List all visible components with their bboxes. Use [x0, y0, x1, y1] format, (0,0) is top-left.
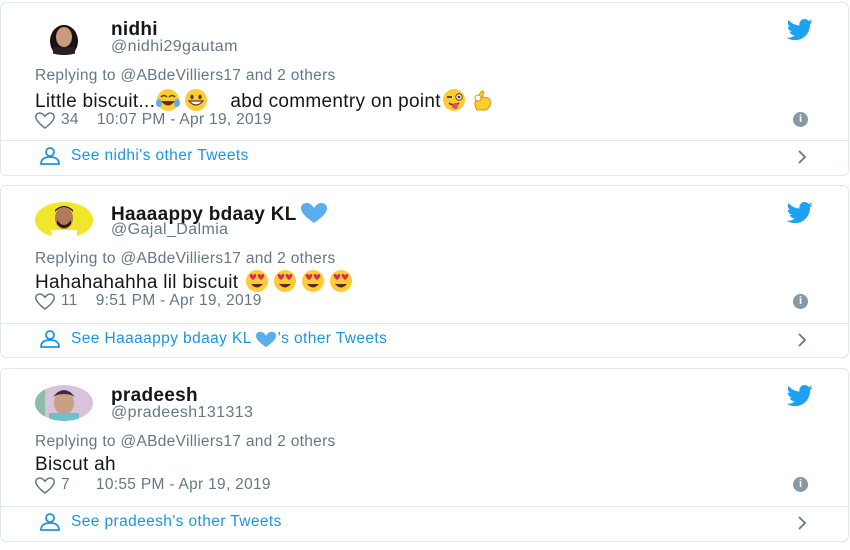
tweet-text-part: Little biscuit... [35, 91, 156, 112]
avatar[interactable] [35, 202, 93, 238]
tweet-card[interactable]: Haaaappy bdaay KL @Gajal_Dalmia Replying… [0, 185, 849, 358]
user-handle[interactable]: @nidhi29gautam [111, 38, 238, 56]
like-count[interactable]: 34 [61, 111, 79, 129]
heart-eyes-emoji [301, 270, 324, 292]
replying-to: Replying to @ABdeVilliers17 and 2 others [35, 433, 336, 450]
see-other-tweets-link[interactable]: See pradeesh's other Tweets [39, 513, 282, 531]
avatar[interactable] [35, 385, 93, 421]
heart-icon[interactable] [35, 476, 55, 494]
tweet-card[interactable]: nidhi @nidhi29gautam Replying to @ABdeVi… [0, 2, 849, 176]
replying-to: Replying to @ABdeVilliers17 and 2 others [35, 250, 336, 267]
heart-icon[interactable] [35, 292, 55, 310]
grinning-emoji [185, 89, 208, 111]
laughing-emoji [156, 89, 181, 111]
timestamp[interactable]: 10:55 PM - Apr 19, 2019 [96, 476, 271, 494]
twitter-bird-icon[interactable] [786, 19, 814, 41]
see-other-tweets-label[interactable]: See Haaaappy bdaay KL [71, 330, 252, 348]
chevron-right-icon[interactable] [796, 332, 808, 348]
like-count[interactable]: 11 [61, 292, 78, 310]
see-other-tweets-link[interactable]: See nidhi's other Tweets [39, 147, 249, 165]
see-other-tweets-link[interactable]: See Haaaappy bdaay KL 's other Tweets [39, 330, 387, 348]
user-handle[interactable]: @pradeesh131313 [111, 404, 253, 422]
chevron-right-icon[interactable] [796, 515, 808, 531]
timestamp[interactable]: 10:07 PM - Apr 19, 2019 [97, 111, 272, 129]
see-other-tweets-label-suffix[interactable]: 's other Tweets [278, 330, 387, 348]
person-icon [40, 330, 60, 348]
info-icon[interactable]: i [793, 477, 808, 492]
user-handle[interactable]: @Gajal_Dalmia [111, 221, 228, 239]
tweet-text-part: abd commentry on point [230, 91, 441, 112]
info-icon[interactable]: i [793, 112, 808, 127]
heart-eyes-emoji [245, 270, 268, 292]
chevron-right-icon[interactable] [796, 149, 808, 165]
heart-icon[interactable] [35, 111, 55, 129]
winking-tongue-emoji [442, 89, 465, 111]
person-icon [40, 513, 60, 531]
see-other-tweets-label[interactable]: See nidhi's other Tweets [71, 147, 249, 165]
tweet-text-part: Hahahahahha lil biscuit [35, 272, 239, 293]
blue-heart-emoji [300, 203, 327, 223]
ok-hand-emoji [474, 90, 491, 111]
info-icon[interactable]: i [793, 294, 808, 309]
like-count[interactable]: 7 [61, 476, 70, 494]
divider [1, 323, 848, 324]
twitter-bird-icon[interactable] [786, 385, 814, 407]
heart-eyes-emoji [329, 270, 352, 292]
person-icon [40, 147, 60, 165]
tweet-text: Hahahahahha lil biscuit [35, 269, 356, 294]
divider [1, 506, 848, 507]
tweet-meta: 34 10:07 PM - Apr 19, 2019 [35, 111, 272, 129]
tweet-text: Biscut ah [35, 454, 116, 475]
heart-eyes-emoji [273, 270, 296, 292]
divider [1, 140, 848, 141]
replying-to: Replying to @ABdeVilliers17 and 2 others [35, 67, 336, 84]
avatar[interactable] [35, 19, 93, 55]
tweet-text: Little biscuit... abd commentry on point [35, 88, 497, 113]
blue-heart-emoji [255, 331, 276, 347]
see-other-tweets-label[interactable]: See pradeesh's other Tweets [71, 513, 282, 531]
twitter-bird-icon[interactable] [786, 202, 814, 224]
timestamp[interactable]: 9:51 PM - Apr 19, 2019 [96, 292, 262, 310]
tweet-card[interactable]: pradeesh @pradeesh131313 Replying to @AB… [0, 368, 849, 542]
tweet-meta: 11 9:51 PM - Apr 19, 2019 [35, 292, 262, 310]
tweet-meta: 7 10:55 PM - Apr 19, 2019 [35, 476, 271, 494]
